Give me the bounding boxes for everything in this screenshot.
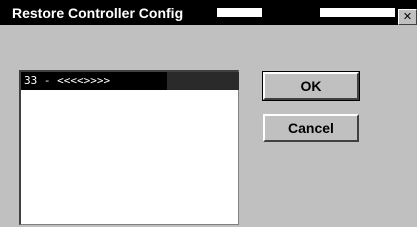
window-title: Restore Controller Config [12,5,184,21]
title-bar-stripe [320,8,395,17]
list-item-label: 33 - <<<<>>>> [24,74,111,87]
close-button[interactable]: ✕ [398,9,417,25]
cancel-button[interactable]: Cancel [263,114,359,142]
list-item[interactable]: 33 - <<<<>>>> [21,72,239,90]
title-bar[interactable]: Restore Controller Config ✕ [0,0,417,25]
ok-button[interactable]: OK [262,71,360,101]
close-icon: ✕ [402,10,413,23]
restore-controller-config-dialog: Restore Controller Config ✕ 33 - <<<<>>>… [0,0,417,227]
title-bar-stripe [217,8,262,17]
config-listbox[interactable]: 33 - <<<<>>>> [19,70,239,225]
selection-highlight [167,72,239,90]
